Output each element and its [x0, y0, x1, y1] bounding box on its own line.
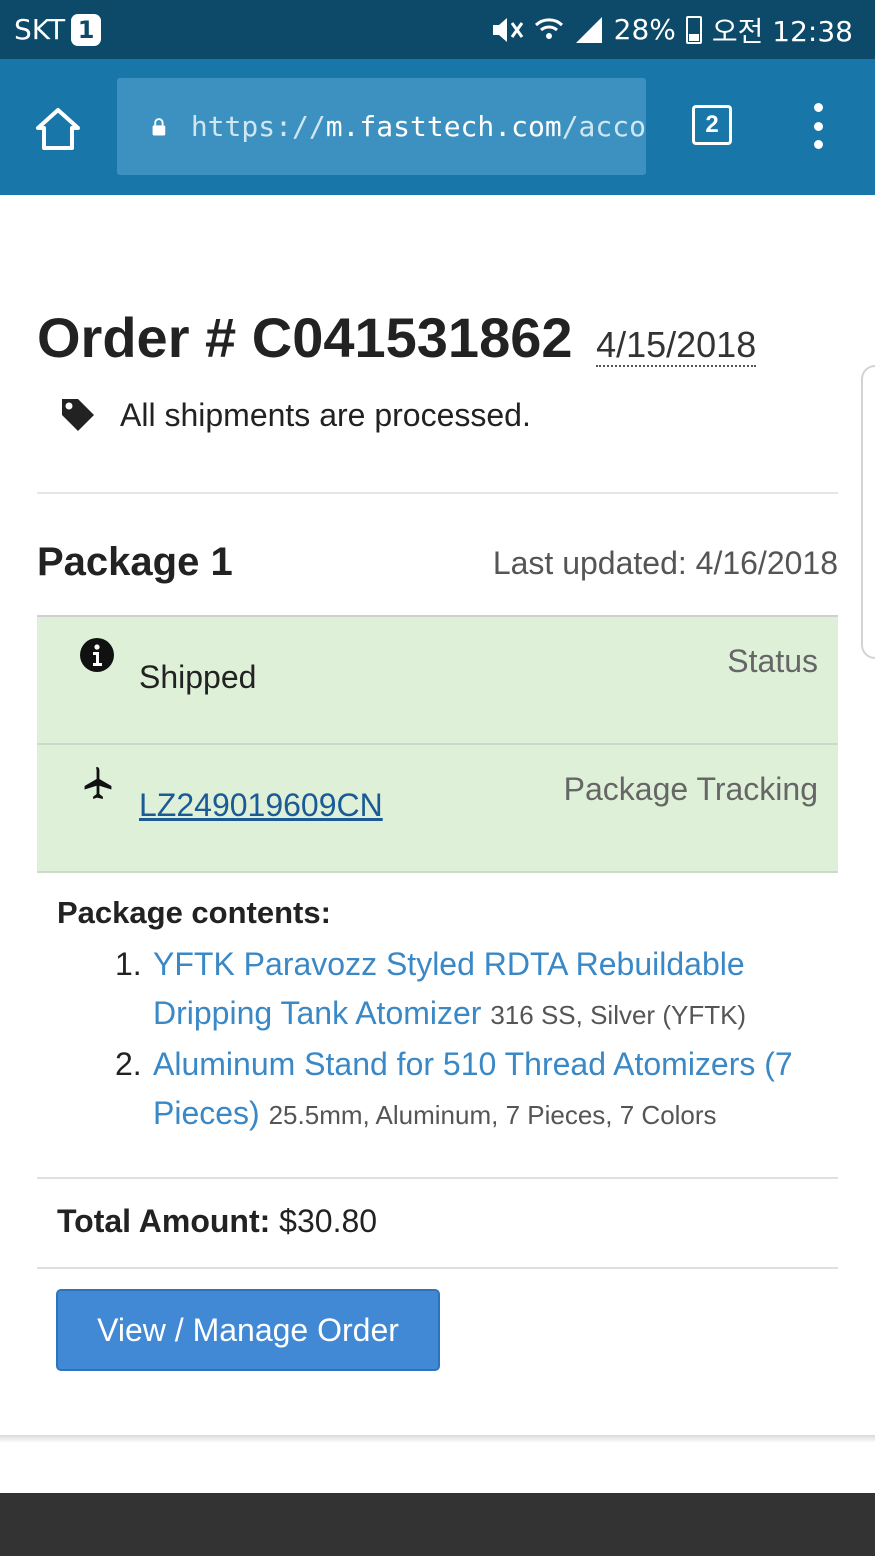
url-text: https://m.fasttech.com/acco: [191, 110, 646, 143]
battery-percent: 28%: [613, 13, 676, 46]
menu-dot: [813, 121, 823, 131]
url-path: /acco: [561, 110, 646, 143]
status-bar-left: SKT 1: [14, 13, 102, 46]
lock-icon: [152, 117, 166, 135]
clock: 오전 12:38: [711, 14, 853, 48]
card-shadow: [0, 1435, 875, 1443]
tab-switcher-button[interactable]: 2: [692, 105, 732, 145]
info-icon: [80, 638, 114, 672]
item-options: 316 SS, Silver (YFTK): [490, 1000, 747, 1030]
wifi-icon: [534, 17, 563, 39]
list-item: 1. YFTK Paravozz Styled RDTA Rebuildable…: [115, 940, 815, 1040]
url-bar[interactable]: https://m.fasttech.com/acco: [117, 78, 646, 175]
status-label: Status: [727, 643, 818, 679]
view-manage-order-button[interactable]: View / Manage Order: [56, 1289, 440, 1371]
home-icon: [36, 108, 80, 150]
carrier-name: SKT: [14, 13, 66, 46]
tag-icon: [62, 399, 94, 431]
package-title: Package 1: [37, 540, 233, 584]
carrier-badge: 1: [71, 13, 102, 46]
menu-dot: [813, 103, 823, 112]
list-item: 2. Aluminum Stand for 510 Thread Atomize…: [115, 1040, 815, 1140]
divider: [37, 492, 838, 494]
battery-icon: [685, 15, 702, 44]
processed-notice: All shipments are processed.: [58, 395, 531, 435]
item-options: 25.5mm, Aluminum, 7 Pieces, 7 Colors: [268, 1100, 717, 1130]
item-number: 2.: [115, 1046, 142, 1082]
package-status-table: Shipped Status LZ249019609CN Package Tra…: [37, 615, 838, 873]
item-number: 1.: [115, 946, 142, 982]
divider: [37, 1177, 838, 1179]
total-value: $30.80: [279, 1203, 378, 1239]
overflow-menu-button[interactable]: [806, 103, 830, 149]
tracking-row: LZ249019609CN Package Tracking: [37, 745, 838, 873]
tracking-label: Package Tracking: [563, 771, 818, 807]
status-value: Shipped: [139, 659, 257, 695]
page-footer: [0, 1493, 875, 1556]
url-scheme: https://: [190, 110, 326, 143]
mute-icon: [492, 17, 523, 42]
order-number: Order # C041531862: [37, 306, 573, 369]
status-row: Shipped Status: [37, 617, 838, 745]
home-button[interactable]: [30, 101, 86, 157]
package-contents-title: Package contents:: [57, 895, 331, 930]
divider: [37, 1267, 838, 1269]
processed-text: All shipments are processed.: [120, 396, 531, 433]
url-host: m.fasttech.com: [325, 110, 562, 143]
last-updated: Last updated: 4/16/2018: [492, 545, 838, 581]
tracking-number-link[interactable]: LZ249019609CN: [139, 787, 383, 824]
package-items-list: 1. YFTK Paravozz Styled RDTA Rebuildable…: [115, 940, 815, 1140]
scroll-handle[interactable]: [861, 365, 875, 659]
status-bar: SKT 1 28% 오전 12:38: [0, 0, 875, 59]
signal-icon: [575, 16, 602, 43]
menu-dot: [813, 140, 823, 149]
total-label: Total Amount:: [57, 1203, 271, 1239]
total-amount: Total Amount: $30.80: [57, 1203, 377, 1240]
status-bar-right: 28% 오전 12:38: [490, 10, 853, 50]
airplane-icon: [84, 767, 112, 799]
order-heading: Order # C041531862 4/15/2018: [37, 305, 757, 370]
browser-toolbar: https://m.fasttech.com/acco 2: [0, 59, 875, 195]
order-date: 4/15/2018: [596, 324, 757, 367]
